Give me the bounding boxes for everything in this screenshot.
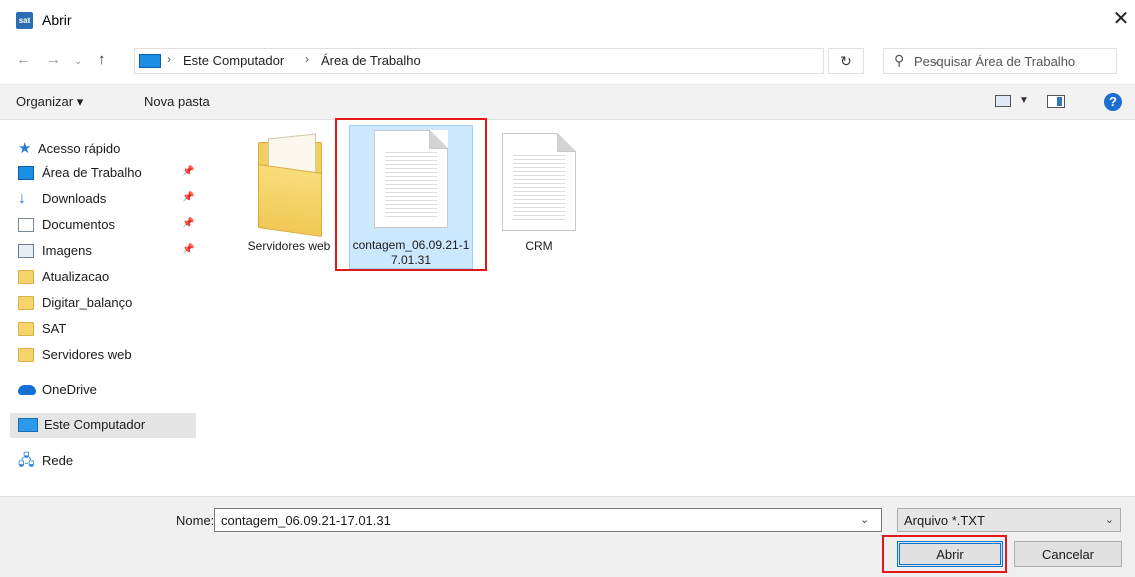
sidebar-item-digitar-balanco[interactable]: Digitar_balanço bbox=[10, 291, 196, 316]
file-item-contagem[interactable]: contagem_06.09.21-17.01.31 bbox=[349, 125, 473, 269]
app-icon: sat bbox=[16, 12, 33, 29]
computer-icon bbox=[18, 418, 38, 432]
close-icon[interactable]: ✕ bbox=[1110, 8, 1132, 30]
search-input[interactable] bbox=[914, 51, 1112, 71]
sidebar-item-label: Imagens bbox=[42, 243, 92, 258]
text-file-icon bbox=[502, 133, 576, 231]
window-title: Abrir bbox=[42, 12, 72, 28]
sidebar-item-label: Atualizacao bbox=[42, 269, 110, 284]
sidebar-item-rede[interactable]: 🖧 Rede bbox=[10, 449, 196, 474]
view-dropdown-icon[interactable]: ▼ bbox=[1019, 95, 1029, 106]
network-icon: 🖧 bbox=[18, 452, 35, 469]
star-icon: ★ bbox=[18, 140, 32, 157]
sidebar-item-label: Digitar_balanço bbox=[42, 295, 133, 310]
folder-icon bbox=[18, 296, 34, 310]
download-icon: ↓ bbox=[18, 190, 26, 207]
file-name-label: Nome: bbox=[176, 513, 215, 528]
sidebar-item-label: SAT bbox=[42, 321, 67, 336]
sidebar-item-area-de-trabalho[interactable]: Área de Trabalho 📌 bbox=[10, 161, 196, 186]
preview-pane-icon[interactable] bbox=[1047, 95, 1065, 108]
sidebar-item-atualizacao[interactable]: Atualizacao bbox=[10, 265, 196, 290]
breadcrumb-separator-icon: › bbox=[305, 52, 309, 66]
sidebar-item-onedrive[interactable]: OneDrive bbox=[10, 378, 196, 403]
open-button[interactable]: Abrir bbox=[897, 541, 1003, 567]
dialog-footer: Nome: ⌄ Arquivo *.TXT ⌄ Abrir Cancelar bbox=[0, 496, 1135, 577]
folder-icon bbox=[258, 133, 324, 237]
pin-icon: 📌 bbox=[182, 218, 195, 229]
search-box[interactable]: ⚲ bbox=[883, 48, 1117, 74]
sidebar-item-label: Área de Trabalho bbox=[42, 165, 142, 180]
breadcrumb-este-computador[interactable]: Este Computador bbox=[183, 53, 284, 68]
text-file-icon bbox=[374, 130, 448, 228]
help-icon[interactable]: ? bbox=[1104, 93, 1122, 111]
pin-icon: 📌 bbox=[182, 192, 195, 203]
sidebar-item-label: Este Computador bbox=[44, 417, 146, 432]
sidebar-item-label: Acesso rápido bbox=[38, 141, 121, 156]
cloud-icon bbox=[18, 385, 36, 395]
file-label: CRM bbox=[525, 239, 553, 253]
sidebar-item-este-computador[interactable]: Este Computador bbox=[10, 413, 196, 438]
chevron-down-icon: ⌄ bbox=[1104, 514, 1114, 526]
file-name-input[interactable] bbox=[214, 508, 882, 532]
recent-locations-chevron-icon[interactable]: ⌄ bbox=[74, 54, 82, 70]
file-type-value: Arquivo *.TXT bbox=[904, 513, 985, 528]
address-bar[interactable]: › Este Computador › Área de Trabalho ⌄ bbox=[134, 48, 940, 74]
sidebar-item-sat[interactable]: SAT bbox=[10, 317, 196, 342]
up-arrow-icon[interactable]: ↑ bbox=[98, 52, 106, 68]
sidebar-item-documentos[interactable]: Documentos 📌 bbox=[10, 213, 196, 238]
back-arrow-icon[interactable]: ← bbox=[16, 52, 31, 68]
breadcrumb-separator-icon: › bbox=[167, 52, 171, 66]
file-item-crm[interactable]: CRM bbox=[478, 129, 602, 269]
pictures-icon bbox=[18, 244, 34, 258]
file-item-servidores-web[interactable]: Servidores web bbox=[228, 129, 352, 269]
sidebar-item-label: Downloads bbox=[42, 191, 107, 206]
address-row: ← → ⌄ ↑ › Este Computador › Área de Trab… bbox=[0, 44, 1135, 78]
sidebar-item-acesso-rapido[interactable]: ★ Acesso rápido bbox=[10, 137, 196, 162]
sidebar-item-label: Documentos bbox=[42, 217, 115, 232]
new-folder-button[interactable]: Nova pasta bbox=[144, 94, 210, 109]
search-icon: ⚲ bbox=[894, 52, 905, 68]
desktop-icon bbox=[18, 166, 34, 180]
file-label: Servidores web bbox=[247, 239, 331, 253]
pin-icon: 📌 bbox=[182, 166, 195, 177]
sidebar-item-imagens[interactable]: Imagens 📌 bbox=[10, 239, 196, 264]
folder-icon bbox=[18, 322, 34, 336]
file-list: Servidores web contagem_06.09.21-17.01.3… bbox=[202, 121, 1135, 496]
folder-icon bbox=[18, 348, 34, 362]
navigation-pane: ★ Acesso rápido Área de Trabalho 📌 ↓ Dow… bbox=[0, 121, 202, 496]
title-bar: sat Abrir ✕ bbox=[0, 0, 1135, 40]
folder-icon bbox=[18, 270, 34, 284]
organize-button[interactable]: Organizar ▾ bbox=[16, 94, 83, 110]
breadcrumb-area-de-trabalho[interactable]: Área de Trabalho bbox=[321, 53, 421, 68]
sidebar-item-servidores-web[interactable]: Servidores web bbox=[10, 343, 196, 368]
sidebar-item-label: OneDrive bbox=[42, 382, 97, 397]
refresh-icon[interactable]: ↻ bbox=[828, 48, 864, 74]
command-bar: Organizar ▾ Nova pasta ▼ ? bbox=[0, 84, 1135, 120]
file-label: contagem_06.09.21-17.01.31 bbox=[352, 238, 470, 267]
sidebar-item-downloads[interactable]: ↓ Downloads 📌 bbox=[10, 187, 196, 212]
forward-arrow-icon[interactable]: → bbox=[46, 52, 61, 68]
pin-icon: 📌 bbox=[182, 244, 195, 255]
sidebar-item-label: Rede bbox=[42, 453, 74, 468]
file-name-dropdown-icon[interactable]: ⌄ bbox=[860, 513, 869, 526]
computer-icon bbox=[139, 54, 161, 68]
view-mode-icon[interactable] bbox=[995, 95, 1011, 107]
file-type-select[interactable]: Arquivo *.TXT ⌄ bbox=[897, 508, 1121, 532]
cancel-button[interactable]: Cancelar bbox=[1014, 541, 1122, 567]
documents-icon bbox=[18, 218, 34, 232]
sidebar-item-label: Servidores web bbox=[42, 347, 132, 362]
